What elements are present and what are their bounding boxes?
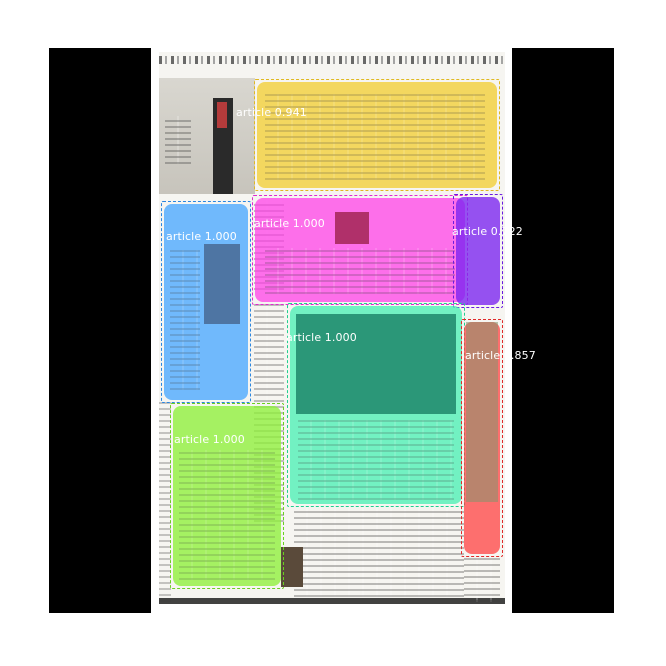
detection-article-photo [335,212,369,244]
detection-label: article 0.722 [452,225,523,238]
detection-article-text [179,450,275,580]
detection-label: article 0.857 [465,349,536,362]
detection-label: article 0.941 [236,106,307,119]
detection-box [453,194,503,308]
detection-label: article 1.000 [254,217,325,230]
detection-article-photo [296,314,456,414]
detection-label: article 1.000 [174,433,245,446]
detection-article-yellow [254,79,500,191]
left-letterbox [49,48,151,613]
footer-strip [159,598,505,604]
bottom-small-photo [281,547,303,587]
detection-label: article 1.000 [286,331,357,344]
header-photo-caption [165,116,191,164]
detection-article-photo [204,244,240,324]
header-photo-accent [217,102,227,128]
masthead-strip [159,56,505,64]
detection-article-text [298,420,454,500]
detection-label: article 1.000 [166,230,237,243]
detection-article-text [265,248,455,294]
detection-article-purple [453,194,503,308]
column-text-5 [464,557,500,602]
detection-article-magenta [252,195,468,305]
detection-article-text [170,250,200,390]
right-letterbox [512,48,614,613]
column-text-4 [294,507,464,597]
